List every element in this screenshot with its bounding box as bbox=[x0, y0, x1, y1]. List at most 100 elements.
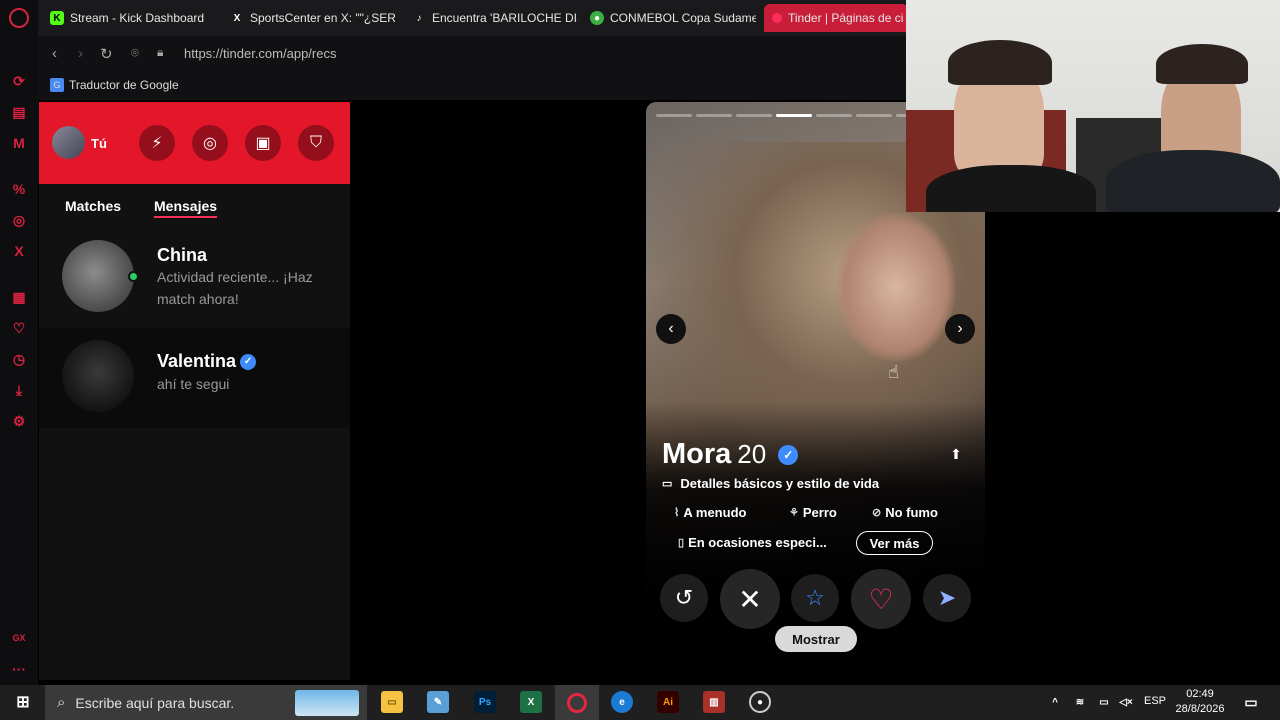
google-translate-icon: G bbox=[50, 78, 64, 92]
back-icon[interactable]: ‹ bbox=[52, 45, 57, 62]
edge-icon[interactable]: e bbox=[611, 691, 633, 713]
gx-icon[interactable]: GX bbox=[10, 629, 28, 647]
tab-title: Encuentra 'BARILOCHE DIS bbox=[432, 11, 578, 25]
see-more-button[interactable]: Ver más bbox=[856, 531, 933, 555]
verified-badge-icon: ✓ bbox=[778, 445, 799, 466]
settings-gear-icon[interactable]: ⚙ bbox=[10, 412, 28, 430]
prev-photo-chevron-icon[interactable]: ‹ bbox=[656, 314, 686, 344]
next-photo-chevron-icon[interactable]: › bbox=[945, 314, 975, 344]
illustrator-icon[interactable]: Ai bbox=[657, 691, 679, 713]
avatar bbox=[62, 340, 134, 412]
tab-tiktok[interactable]: ♪ Encuentra 'BARILOCHE DIS bbox=[412, 4, 579, 32]
streamer-body bbox=[926, 165, 1096, 212]
tiktok-icon: ♪ bbox=[416, 12, 422, 24]
chip-label: A menudo bbox=[683, 505, 747, 520]
clock-time: 02:49 bbox=[1186, 688, 1214, 700]
tab-kick[interactable]: K Stream - Kick Dashboard bbox=[50, 4, 220, 32]
discount-icon[interactable]: % bbox=[10, 180, 28, 198]
photo-progress-segment bbox=[736, 114, 772, 117]
photo-progress-segment bbox=[816, 114, 852, 117]
profile-name-row: Mora 20 ✓ bbox=[662, 438, 799, 471]
nope-x-icon[interactable]: ✕ bbox=[720, 569, 780, 629]
verified-badge-icon: ✓ bbox=[240, 353, 257, 370]
notepad-icon[interactable]: ✎ bbox=[427, 691, 449, 713]
opera-taskbar-button[interactable] bbox=[555, 685, 599, 720]
forward-icon[interactable]: › bbox=[78, 45, 83, 62]
x-icon[interactable]: X bbox=[10, 242, 28, 260]
history-icon[interactable]: ◷ bbox=[10, 350, 28, 368]
tab-title: CONMEBOL Copa Sudame bbox=[610, 11, 756, 25]
aria-icon[interactable]: ⟳ bbox=[10, 72, 28, 90]
whatsapp-icon[interactable]: ◎ bbox=[10, 211, 28, 229]
rewind-icon[interactable]: ↺ bbox=[660, 574, 708, 622]
file-explorer-icon[interactable]: ▭ bbox=[381, 691, 403, 713]
tab-tinder[interactable]: Tinder | Páginas de ci bbox=[764, 4, 908, 32]
reload-icon[interactable]: ↻ bbox=[100, 45, 113, 63]
windows-start-icon[interactable]: ⊞ bbox=[12, 691, 34, 713]
search-icon: ⌕ bbox=[57, 694, 66, 711]
lifestyle-chip-drinking-occasion: ▯ En ocasiones especi... bbox=[678, 535, 827, 550]
chip-label: No fumo bbox=[885, 505, 938, 520]
wifi-icon[interactable]: ≋ bbox=[1071, 691, 1089, 713]
conversation-item[interactable]: Valentina ✓ ahí te segui bbox=[39, 328, 350, 428]
profile-photo-face bbox=[836, 212, 956, 362]
tab-strip: K Stream - Kick Dashboard X SportsCenter… bbox=[38, 0, 908, 36]
photo-progress-segment bbox=[696, 114, 732, 117]
excel-icon[interactable]: X bbox=[520, 691, 542, 713]
bookmark-google-translate[interactable]: G Traductor de Google bbox=[50, 78, 179, 92]
guest-body bbox=[1106, 150, 1280, 212]
contact-name: Valentina bbox=[157, 351, 237, 371]
my-avatar[interactable] bbox=[52, 126, 85, 159]
webcam-overlay bbox=[906, 0, 1280, 212]
online-status-dot bbox=[128, 271, 139, 282]
messenger-icon[interactable]: M bbox=[10, 134, 28, 152]
location-pin-icon[interactable]: ⌾ bbox=[131, 45, 139, 61]
drink-icon: ⌇ bbox=[674, 507, 680, 519]
tinder-icon bbox=[772, 13, 782, 23]
crypto-wallet-icon[interactable]: ▤ bbox=[10, 103, 28, 121]
tab-messages[interactable]: Mensajes bbox=[154, 198, 218, 218]
briefcase-icon[interactable]: ▣ bbox=[245, 125, 281, 161]
heart-icon[interactable]: ♡ bbox=[10, 319, 28, 337]
message-preview: Actividad reciente... ¡Haz match ahora! bbox=[157, 269, 313, 307]
no-smoking-icon: ⊘ bbox=[872, 507, 882, 519]
tab-x-sportscenter[interactable]: X SportsCenter en X: ""¿SER bbox=[230, 4, 396, 32]
battery-icon[interactable]: ▭ bbox=[1095, 691, 1113, 713]
taskbar-search-input[interactable]: ⌕ Escribe aquí para buscar. bbox=[45, 685, 367, 720]
windows-taskbar: ⊞ ⌕ Escribe aquí para buscar. ▭ ✎ Ps X e… bbox=[0, 685, 1280, 720]
workspaces-icon[interactable]: ▦ bbox=[10, 288, 28, 306]
tab-title: Stream - Kick Dashboard bbox=[70, 11, 205, 25]
send-message-icon[interactable]: ➤ bbox=[923, 574, 971, 622]
boost-bolt-icon[interactable]: ⚡︎ bbox=[139, 125, 175, 161]
photoshop-icon[interactable]: Ps bbox=[474, 691, 496, 713]
tab-conmebol[interactable]: ● CONMEBOL Copa Sudame bbox=[590, 4, 756, 32]
clock[interactable]: 02:49 28/8/2026 bbox=[1172, 687, 1228, 717]
language-indicator[interactable]: ESP bbox=[1144, 695, 1166, 707]
chevron-up-icon[interactable]: ^ bbox=[1047, 691, 1063, 713]
card-gradient bbox=[646, 402, 985, 596]
explore-compass-icon[interactable]: ◎ bbox=[192, 125, 228, 161]
tab-title: SportsCenter en X: ""¿SER bbox=[250, 11, 396, 25]
lock-icon[interactable]: 🔒︎ bbox=[157, 45, 163, 60]
safety-shield-icon[interactable]: ⛉ bbox=[298, 125, 334, 161]
like-heart-icon[interactable]: ♡ bbox=[851, 569, 911, 629]
my-profile-label[interactable]: Tú bbox=[91, 136, 107, 151]
chip-label: Perro bbox=[802, 505, 837, 520]
url-input[interactable]: https://tinder.com/app/recs bbox=[184, 46, 336, 61]
lifestyle-chip-smoking: ⊘ No fumo bbox=[872, 505, 938, 520]
conversation-item[interactable]: China Actividad reciente... ¡Haz match a… bbox=[39, 228, 350, 328]
browser-sidebar-rail: ⟳ ▤ M % ◎ X ▦ ♡ ◷ ⤓ ⚙ GX ··· bbox=[0, 0, 38, 685]
more-dots-icon[interactable]: ··· bbox=[10, 660, 28, 678]
open-profile-arrow-icon[interactable]: ⬆︎ bbox=[946, 446, 966, 466]
super-like-star-icon[interactable]: ☆ bbox=[791, 574, 839, 622]
streamer-hair bbox=[948, 40, 1052, 85]
download-icon[interactable]: ⤓ bbox=[10, 381, 28, 399]
notifications-icon[interactable]: ▭ bbox=[1240, 691, 1262, 713]
volume-muted-icon[interactable]: ◁× bbox=[1117, 691, 1135, 713]
tab-matches[interactable]: Matches bbox=[65, 198, 121, 214]
photo-progress-segment-active bbox=[776, 114, 812, 117]
opera-logo-icon[interactable] bbox=[9, 8, 29, 28]
winrar-icon[interactable]: ▥ bbox=[703, 691, 725, 713]
obs-icon[interactable]: ● bbox=[749, 691, 771, 713]
photo-progress-segment bbox=[856, 114, 892, 117]
